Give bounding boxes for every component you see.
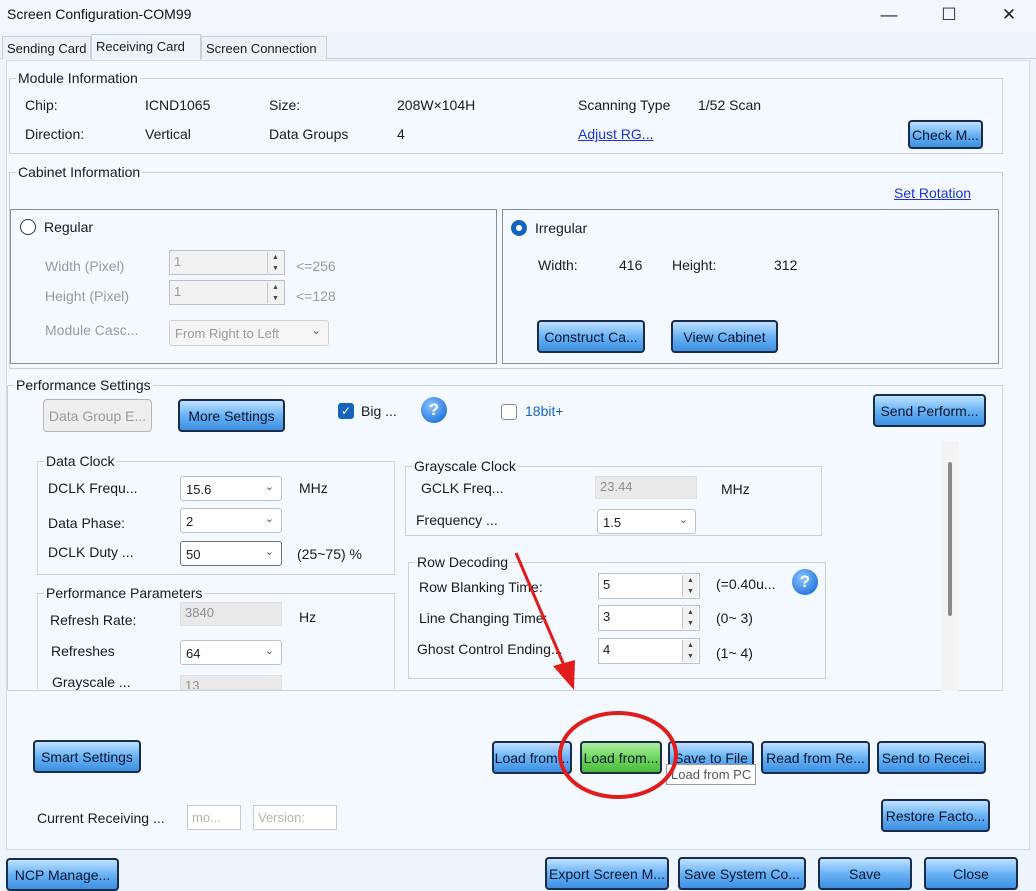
annotation-circle [558,711,678,799]
annotation-arrow-line [514,552,568,671]
annotation-arrow-head [553,660,575,690]
annotation-overlay [514,552,678,799]
